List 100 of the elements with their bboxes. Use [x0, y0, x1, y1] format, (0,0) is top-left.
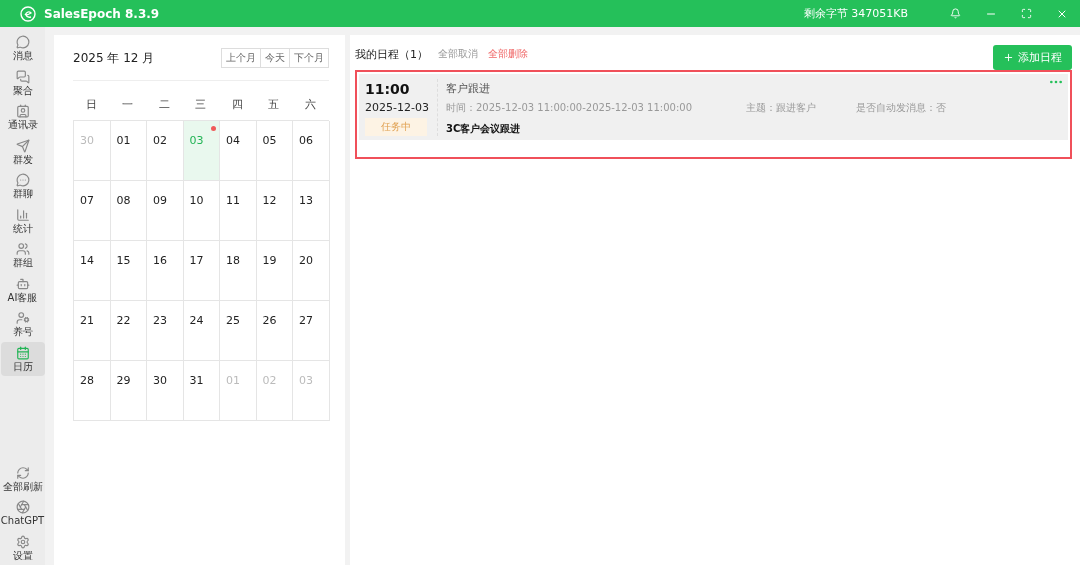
day-cell[interactable]: 29 — [110, 361, 147, 421]
sidebar-item[interactable]: 通讯录 — [0, 100, 45, 135]
sidebar-item[interactable]: 群聊 — [0, 169, 45, 204]
event-content: 3C客户会议跟进 — [446, 122, 522, 136]
day-cell[interactable]: 15 — [110, 241, 147, 301]
day-number: 31 — [189, 374, 204, 387]
user-gear-icon — [15, 311, 30, 326]
calendar-icon — [15, 345, 30, 360]
day-cell[interactable]: 10 — [183, 181, 220, 241]
paper-plane-icon — [15, 138, 30, 153]
robot-icon — [15, 276, 30, 291]
day-number: 13 — [299, 194, 313, 207]
day-cell[interactable]: 16 — [147, 241, 184, 301]
day-number: 27 — [299, 314, 313, 327]
auto-message-text: 是否自动发消息：否 — [856, 101, 947, 115]
day-number: 21 — [80, 314, 94, 327]
day-number: 15 — [116, 254, 131, 267]
people-icon — [15, 242, 30, 257]
day-number: 24 — [189, 314, 204, 327]
sidebar-item[interactable]: AI客服 — [0, 272, 45, 307]
day-number: 05 — [262, 134, 277, 147]
sidebar-item[interactable]: 设置 — [0, 530, 45, 565]
day-number: 07 — [80, 194, 94, 207]
day-cell[interactable]: 17 — [183, 241, 220, 301]
day-cell[interactable]: 27 — [293, 301, 330, 361]
day-cell[interactable]: 12 — [256, 181, 293, 241]
day-number: 12 — [262, 194, 277, 207]
day-number: 16 — [153, 254, 167, 267]
day-cell[interactable]: 31 — [183, 361, 220, 421]
day-number: 06 — [299, 134, 313, 147]
day-cell[interactable]: 09 — [147, 181, 184, 241]
day-cell[interactable]: 06 — [293, 121, 330, 181]
sidebar-item[interactable]: 群组 — [0, 238, 45, 273]
day-cell[interactable]: 01 — [110, 121, 147, 181]
bar-chart-icon — [15, 207, 30, 222]
day-cell[interactable]: 05 — [256, 121, 293, 181]
day-number: 25 — [226, 314, 240, 327]
day-cell[interactable]: 13 — [293, 181, 330, 241]
window-title: SalesEpoch 8.3.9 — [44, 6, 161, 21]
day-number: 26 — [262, 314, 277, 327]
day-cell[interactable]: 25 — [220, 301, 257, 361]
storage-text: 剩余字节 347051KB — [803, 6, 908, 21]
sidebar-item[interactable]: 消息 — [0, 31, 45, 66]
refresh-icon — [15, 465, 30, 480]
schedule-title: 我的日程（1） — [355, 46, 428, 62]
sidebar-item[interactable]: 聚合 — [0, 65, 45, 100]
day-number: 30 — [153, 374, 167, 387]
day-number: 17 — [189, 254, 204, 267]
day-number: 10 — [189, 194, 204, 207]
weekday-label: 四 — [230, 97, 244, 113]
day-cell[interactable]: 11 — [220, 181, 257, 241]
event-subject: 主题：跟进客户 — [746, 101, 817, 115]
day-cell[interactable]: 04 — [220, 121, 257, 181]
day-number: 03 — [299, 374, 313, 387]
day-number: 01 — [226, 374, 240, 387]
day-number: 08 — [116, 194, 131, 207]
day-number: 02 — [262, 374, 277, 387]
sidebar-item[interactable]: 统计 — [0, 203, 45, 238]
day-number: 02 — [153, 134, 167, 147]
weekday-label: 三 — [194, 97, 208, 113]
sidebar-item[interactable]: 群发 — [0, 134, 45, 169]
day-cell[interactable]: 23 — [147, 301, 184, 361]
day-cell[interactable]: 07 — [74, 181, 111, 241]
chat-bubble-icon — [15, 35, 30, 50]
day-cell[interactable]: 24 — [183, 301, 220, 361]
chat-bubble-icon — [15, 173, 30, 188]
day-number: 18 — [226, 254, 240, 267]
settings-icon — [15, 534, 30, 549]
day-number: 11 — [226, 194, 240, 207]
day-cell[interactable]: 28 — [74, 361, 111, 421]
sidebar-item[interactable]: 日历 — [0, 341, 45, 376]
day-cell[interactable]: 30 — [147, 361, 184, 421]
day-number: 19 — [262, 254, 277, 267]
sidebar-item[interactable]: 养号 — [0, 307, 45, 342]
status-tag: 任务中 — [365, 118, 427, 136]
sidebar-item[interactable]: ChatGPT — [0, 496, 45, 531]
maximize-button[interactable] — [1021, 8, 1032, 19]
day-cell[interactable]: 14 — [74, 241, 111, 301]
day-cell[interactable]: 08 — [110, 181, 147, 241]
day-cell[interactable]: 18 — [220, 241, 257, 301]
weekday-label: 日 — [84, 97, 98, 113]
day-cell[interactable]: 22 — [110, 301, 147, 361]
day-number: 01 — [116, 134, 131, 147]
plus-icon — [1003, 51, 1014, 63]
day-number: 03 — [189, 134, 204, 147]
day-cell[interactable]: 21 — [74, 301, 111, 361]
day-cell[interactable]: 26 — [256, 301, 293, 361]
bell-button[interactable] — [950, 8, 961, 19]
sidebar-item[interactable]: 全部刷新 — [0, 461, 45, 496]
day-cell[interactable]: 19 — [256, 241, 293, 301]
day-number: 20 — [299, 254, 313, 267]
aperture-icon — [15, 500, 30, 515]
month-label: 2025 年 12 月 — [73, 49, 155, 67]
day-cell[interactable]: 02 — [147, 121, 184, 181]
day-number: 30 — [80, 134, 94, 147]
day-number: 23 — [153, 314, 167, 327]
event-date: 2025-12-03 — [365, 101, 429, 114]
weekday-label: 一 — [121, 97, 135, 113]
event-time: 11:00 — [365, 81, 410, 97]
day-cell[interactable]: 20 — [293, 241, 330, 301]
